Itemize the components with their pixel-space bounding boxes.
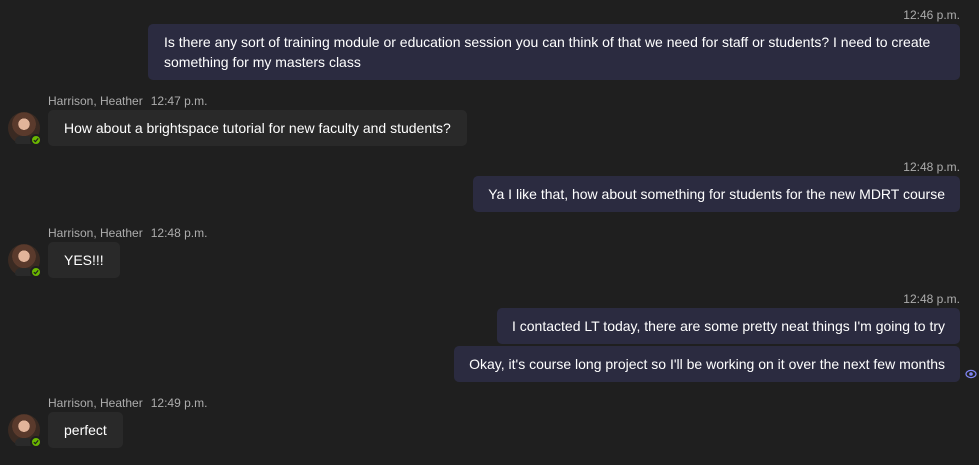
message-timestamp: 12:48 p.m.: [903, 292, 960, 306]
message-text: How about a brightspace tutorial for new…: [64, 120, 451, 136]
presence-available-icon: [30, 266, 42, 278]
chat-thread: 12:46 p.m. Is there any sort of training…: [0, 0, 979, 465]
message-timestamp: 12:46 p.m.: [903, 8, 960, 22]
presence-available-icon: [30, 436, 42, 448]
message-timestamp: 12:48 p.m.: [150, 226, 208, 240]
message-text: YES!!!: [64, 252, 104, 268]
sender-avatar[interactable]: [8, 112, 42, 146]
message-header: Harrison, Heather 12:48 p.m.: [48, 226, 207, 240]
message-text-line: Is there any sort of training module or …: [164, 34, 931, 50]
outgoing-message[interactable]: Ya I like that, how about something for …: [473, 176, 960, 212]
sender-name: Harrison, Heather: [48, 226, 143, 240]
sender-avatar[interactable]: [8, 414, 42, 448]
message-text: perfect: [64, 422, 107, 438]
message-timestamp: 12:47 p.m.: [150, 94, 208, 108]
sender-name: Harrison, Heather: [48, 396, 143, 410]
seen-eye-icon: [965, 369, 977, 379]
message-timestamp: 12:48 p.m.: [903, 160, 960, 174]
incoming-message[interactable]: YES!!!: [48, 242, 120, 278]
check-icon: [33, 138, 39, 143]
check-icon: [33, 440, 39, 445]
sender-avatar[interactable]: [8, 244, 42, 278]
presence-available-icon: [30, 134, 42, 146]
message-text: I contacted LT today, there are some pre…: [511, 318, 945, 334]
message-header: Harrison, Heather 12:47 p.m.: [48, 94, 207, 108]
message-header: Harrison, Heather 12:49 p.m.: [48, 396, 207, 410]
message-timestamp: 12:49 p.m.: [150, 396, 208, 410]
incoming-message[interactable]: How about a brightspace tutorial for new…: [48, 110, 467, 146]
message-text: Okay, it's course long project so I'll b…: [469, 356, 945, 372]
message-text-line: something for my masters class: [164, 54, 361, 70]
outgoing-message[interactable]: Okay, it's course long project so I'll b…: [454, 346, 960, 382]
outgoing-message[interactable]: I contacted LT today, there are some pre…: [496, 308, 960, 344]
incoming-message[interactable]: perfect: [48, 412, 123, 448]
message-text: Ya I like that, how about something for …: [488, 186, 945, 202]
sender-name: Harrison, Heather: [48, 94, 143, 108]
check-icon: [33, 270, 39, 275]
outgoing-message[interactable]: Is there any sort of training module or …: [148, 24, 960, 80]
